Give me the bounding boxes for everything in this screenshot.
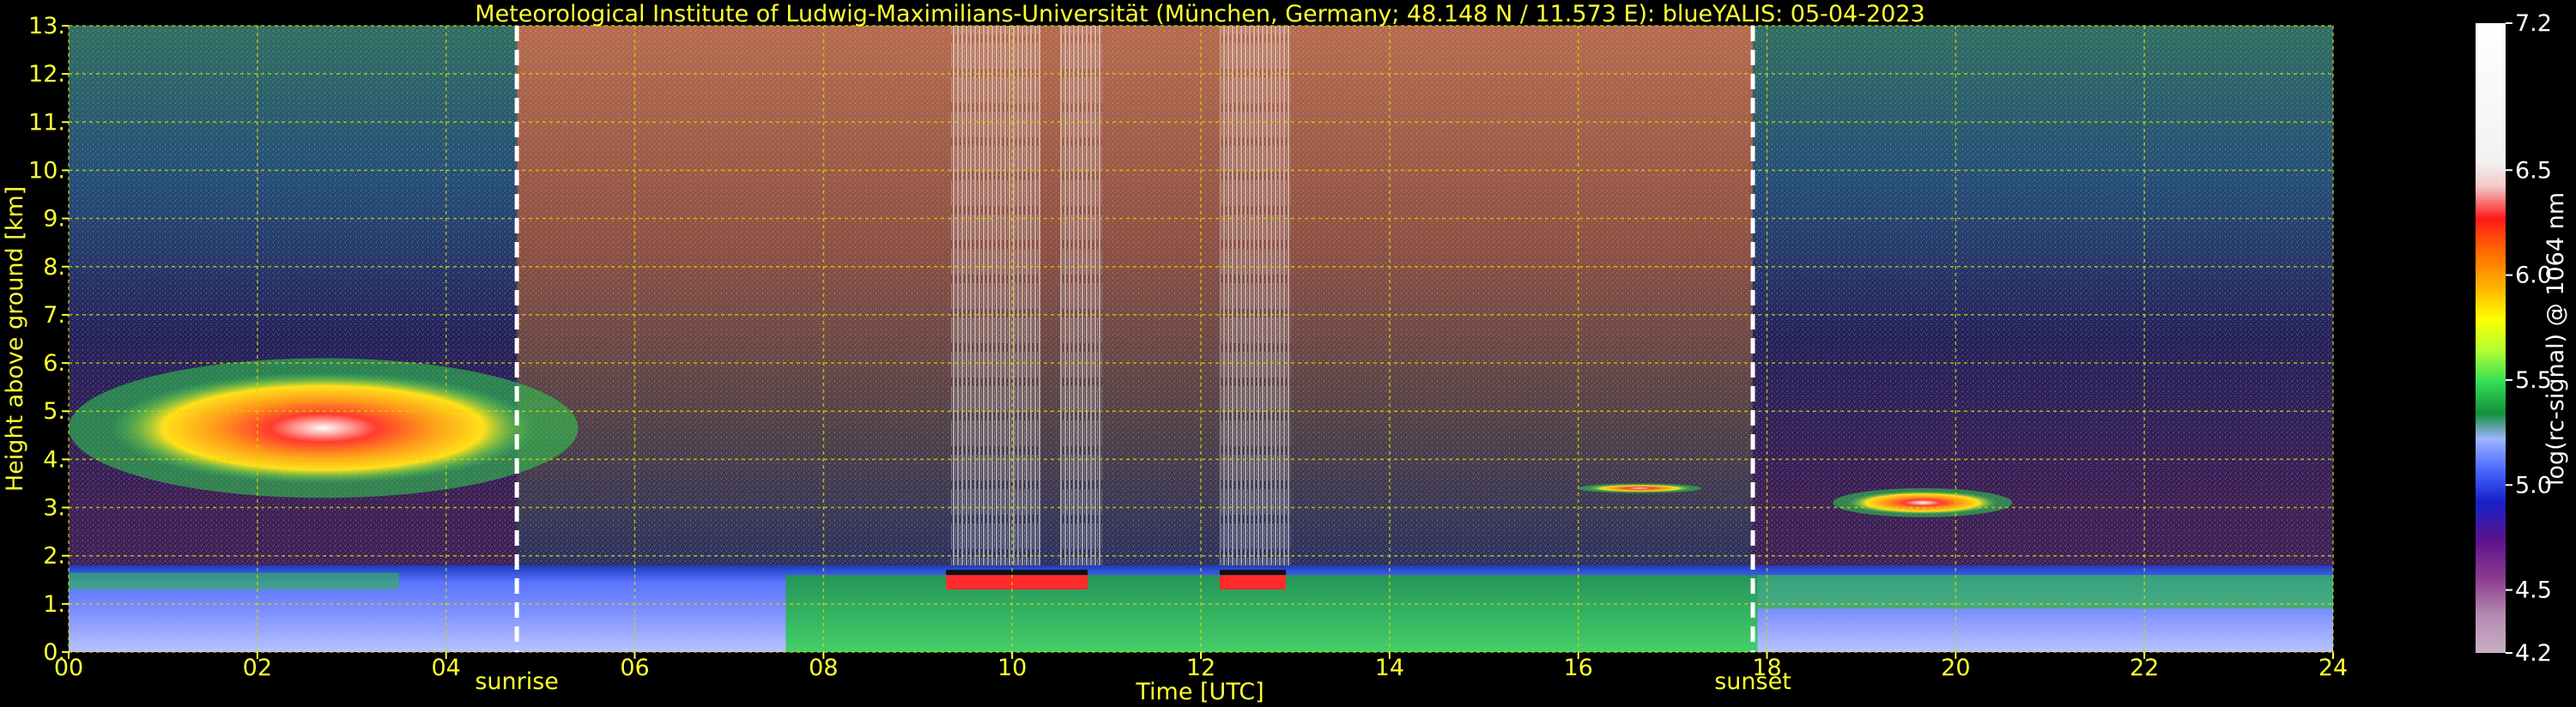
sunrise-label: sunrise [475,668,559,695]
y-tick-label: 0. [43,639,65,666]
x-tick-label: 22 [2130,655,2159,681]
y-tick-label: 8. [43,254,65,281]
x-tick-label: 18 [1752,655,1781,681]
x-tick-label: 14 [1375,655,1404,681]
signal-noise [69,26,2333,652]
y-tick-label: 10. [28,157,65,184]
y-tick-label: 4. [43,446,65,473]
y-tick-label: 5. [43,398,65,425]
colorbar-tick-label: 4.2 [2515,640,2552,667]
x-tick-label: 04 [431,655,460,681]
cloud-base-layer [1219,575,1286,589]
noise-streak [1219,26,1291,571]
cloud-base-layer [946,575,1088,589]
x-tick-label: 02 [243,655,272,681]
cloud-layer [1588,484,1692,492]
y-tick-label: 1. [43,591,65,618]
colorbar-tick-label: 7.2 [2515,10,2552,37]
cloud-base-layer [946,570,1088,576]
y-tick-label: 12. [28,61,65,88]
x-tick-label: 08 [809,655,838,681]
y-tick-label: 11. [28,109,65,136]
x-tick-label: 20 [1941,655,1970,681]
cloud-base-layer [1219,570,1286,576]
y-tick-label: 9. [43,206,65,233]
noise-streak [950,26,1041,571]
colorbar-tick-label: 4.5 [2515,577,2552,604]
cloud-layer [109,372,538,485]
x-tick-label: 10 [997,655,1027,681]
colorbar-tick-label: 6.5 [2515,157,2552,184]
x-axis-label: Time [UTC] [1135,679,1264,705]
cloud-layer [1847,491,1998,515]
y-axis-label: Height above ground [km] [2,186,28,492]
x-tick-label: 06 [620,655,649,681]
y-tick-label: 2. [43,543,65,570]
y-tick-label: 7. [43,302,65,329]
plot-background [69,26,2333,652]
chart-title: Meteorological Institute of Ludwig-Maxim… [475,1,1924,27]
y-tick-label: 6. [43,350,65,377]
boundary-layer-band [69,572,399,589]
y-axis: 0. 1. 2. 3. 4. 5. 6. 7. 8. 9. 10. 11. 12. 13. [28,13,69,666]
x-tick-label: 16 [1563,655,1592,681]
colorbar-scale [2476,23,2506,653]
noise-streak [1059,26,1102,571]
x-tick-label: 12 [1186,655,1215,681]
y-tick-label: 3. [43,495,65,522]
x-tick-label: 24 [2318,655,2348,681]
colorbar-label: log(rc-signal) @ 1064 nm [2543,192,2569,486]
lidar-quicklook-figure: sunrise sunset 00 02 04 06 08 10 12 14 16 18 20 22 24… [2,1,2569,705]
colorbar: 7.26.56.05.55.04.54.2 log(rc-signal) @ 1… [2476,10,2569,667]
x-axis: 00 02 04 06 08 10 12 14 16 18 20 22 24 [54,652,2348,681]
y-tick-label: 13. [28,13,65,39]
